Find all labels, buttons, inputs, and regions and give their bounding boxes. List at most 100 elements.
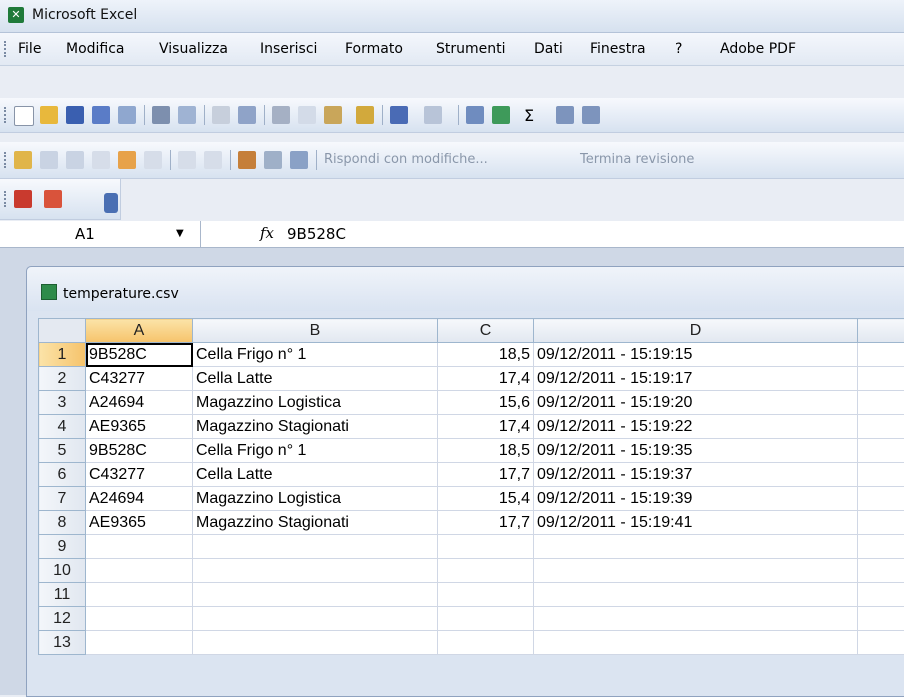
sort-descending-icon[interactable] — [582, 106, 600, 124]
reply-with-changes-button[interactable]: Rispondi con modifiche... — [324, 152, 488, 167]
cell-e[interactable] — [858, 463, 904, 487]
cell-d[interactable] — [534, 559, 858, 583]
cell-d[interactable]: 09/12/2011 - 15:19:39 — [534, 487, 858, 511]
toolbar-options-icon[interactable] — [104, 193, 118, 213]
row-header[interactable]: 5 — [39, 439, 86, 463]
cell-b[interactable]: Cella Latte — [193, 463, 438, 487]
toolbar-grip[interactable] — [4, 41, 9, 57]
menu-modifica[interactable]: Modifica — [66, 41, 125, 57]
cell-b[interactable]: Cella Latte — [193, 367, 438, 391]
column-header-c[interactable]: C — [438, 319, 534, 343]
new-comment-icon[interactable] — [14, 151, 32, 169]
cell-a[interactable] — [86, 559, 193, 583]
cell-b[interactable] — [193, 583, 438, 607]
redo-icon[interactable] — [424, 106, 442, 124]
menu-file[interactable]: File — [18, 41, 41, 57]
save-icon[interactable] — [66, 106, 84, 124]
email-icon[interactable] — [118, 106, 136, 124]
menu-adobe-pdf[interactable]: Adobe PDF — [720, 41, 796, 57]
cell-c[interactable] — [438, 583, 534, 607]
formula-input[interactable]: 9B528C — [287, 225, 346, 243]
cell-d[interactable] — [534, 607, 858, 631]
cell-e[interactable] — [858, 583, 904, 607]
column-header-a[interactable]: A — [86, 319, 193, 343]
cell-e[interactable] — [858, 631, 904, 655]
cell-b[interactable] — [193, 607, 438, 631]
reviewing-pane-icon[interactable] — [290, 151, 308, 169]
menu-visualizza[interactable]: Visualizza — [159, 41, 228, 57]
row-header[interactable]: 3 — [39, 391, 86, 415]
cell-b[interactable]: Magazzino Logistica — [193, 487, 438, 511]
cell-d[interactable] — [534, 583, 858, 607]
chevron-down-icon[interactable]: ▼ — [176, 228, 184, 239]
cell-d[interactable]: 09/12/2011 - 15:19:22 — [534, 415, 858, 439]
print-icon[interactable] — [152, 106, 170, 124]
toolbar-grip[interactable] — [4, 191, 9, 207]
cell-e[interactable] — [858, 535, 904, 559]
cell-b[interactable]: Magazzino Stagionati — [193, 511, 438, 535]
cell-b[interactable]: Magazzino Logistica — [193, 391, 438, 415]
hyperlink-icon[interactable] — [466, 106, 484, 124]
cell-d[interactable]: 09/12/2011 - 15:19:41 — [534, 511, 858, 535]
cell-b[interactable]: Magazzino Stagionati — [193, 415, 438, 439]
cell-e[interactable] — [858, 415, 904, 439]
row-header[interactable]: 6 — [39, 463, 86, 487]
cell-c[interactable]: 17,4 — [438, 415, 534, 439]
show-all-comments-icon[interactable] — [118, 151, 136, 169]
row-header[interactable]: 9 — [39, 535, 86, 559]
delete-ink-icon[interactable] — [204, 151, 222, 169]
sharing-icon[interactable] — [492, 106, 510, 124]
cell-a[interactable] — [86, 535, 193, 559]
row-header[interactable]: 13 — [39, 631, 86, 655]
print-preview-icon[interactable] — [178, 106, 196, 124]
name-box[interactable]: A1 ▼ — [0, 221, 201, 247]
cell-a[interactable]: C43277 — [86, 367, 193, 391]
spelling-icon[interactable] — [212, 106, 230, 124]
show-comment-icon[interactable] — [92, 151, 110, 169]
format-painter-icon[interactable] — [356, 106, 374, 124]
cell-e[interactable] — [858, 487, 904, 511]
cell-c[interactable] — [438, 535, 534, 559]
new-document-icon[interactable] — [14, 106, 34, 126]
cell-a[interactable]: 9B528C — [86, 343, 193, 367]
cell-d[interactable]: 09/12/2011 - 15:19:20 — [534, 391, 858, 415]
toolbar-grip[interactable] — [4, 107, 9, 123]
menu-dati[interactable]: Dati — [534, 41, 563, 57]
cell-c[interactable] — [438, 631, 534, 655]
row-header[interactable]: 12 — [39, 607, 86, 631]
menu-formato[interactable]: Formato — [345, 41, 403, 57]
cut-icon[interactable] — [272, 106, 290, 124]
column-header-d[interactable]: D — [534, 319, 858, 343]
cell-b[interactable]: Cella Frigo n° 1 — [193, 343, 438, 367]
open-folder-icon[interactable] — [40, 106, 58, 124]
cell-c[interactable]: 15,4 — [438, 487, 534, 511]
cell-e[interactable] — [858, 559, 904, 583]
cell-e[interactable] — [858, 439, 904, 463]
ink-annotations-icon[interactable] — [178, 151, 196, 169]
row-header[interactable]: 1 — [39, 343, 86, 367]
row-header[interactable]: 11 — [39, 583, 86, 607]
cell-d[interactable]: 09/12/2011 - 15:19:37 — [534, 463, 858, 487]
copy-icon[interactable] — [298, 106, 316, 124]
cell-a[interactable]: 9B528C — [86, 439, 193, 463]
cell-b[interactable] — [193, 559, 438, 583]
pdf-email-icon[interactable] — [44, 190, 62, 208]
cell-d[interactable] — [534, 631, 858, 655]
cell-e[interactable] — [858, 607, 904, 631]
cell-e[interactable] — [858, 343, 904, 367]
previous-comment-icon[interactable] — [40, 151, 58, 169]
insert-function-icon[interactable]: fx — [260, 224, 274, 242]
cell-a[interactable] — [86, 631, 193, 655]
paste-icon[interactable] — [324, 106, 342, 124]
cell-a[interactable]: AE9365 — [86, 511, 193, 535]
toolbar-grip[interactable] — [4, 152, 9, 168]
undo-icon[interactable] — [390, 106, 408, 124]
menu-inserisci[interactable]: Inserisci — [260, 41, 317, 57]
cell-c[interactable] — [438, 607, 534, 631]
convert-to-pdf-icon[interactable] — [14, 190, 32, 208]
row-header[interactable]: 7 — [39, 487, 86, 511]
cell-d[interactable] — [534, 535, 858, 559]
cell-b[interactable]: Cella Frigo n° 1 — [193, 439, 438, 463]
end-review-button[interactable]: Termina revisione — [580, 152, 694, 167]
cell-c[interactable]: 17,4 — [438, 367, 534, 391]
